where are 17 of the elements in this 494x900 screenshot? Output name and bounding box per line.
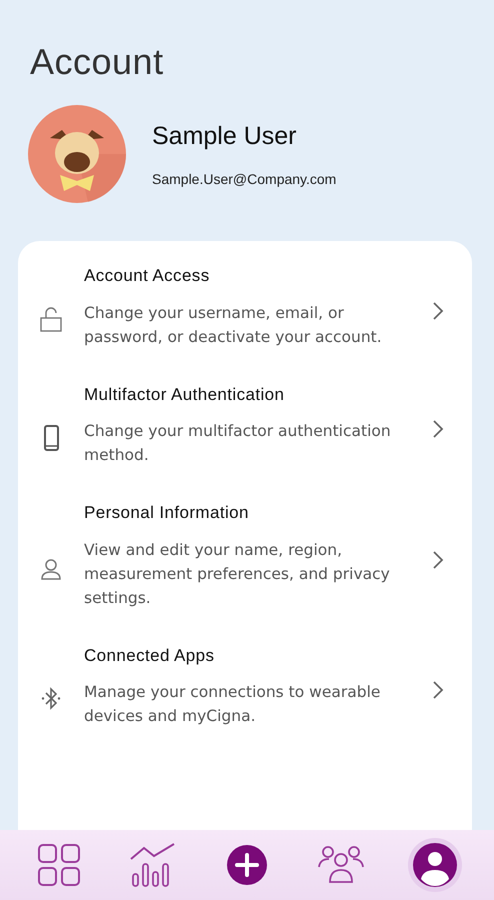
item-description: View and edit your name, region, measurement preferences, and privacy settings. (84, 540, 391, 609)
chevron-right-icon[interactable] (432, 300, 444, 321)
chevron-right-icon[interactable] (432, 550, 444, 570)
item-description: Manage your connections to wearable devices and myCigna. (84, 682, 382, 728)
item-description: Change your multifactor authentication method. (84, 421, 392, 466)
item-description: Change your username, email, or password, or deactivate your account. (84, 302, 383, 348)
avatar-icon (28, 105, 126, 204)
user-name: Sample User (152, 120, 298, 152)
item-title[interactable]: Multifactor Authentication (84, 382, 418, 408)
page-title: Account (29, 40, 165, 84)
item-title[interactable]: Connected Apps (84, 642, 418, 668)
item-title[interactable]: Personal Information (84, 500, 418, 526)
chevron-right-icon[interactable] (432, 680, 444, 700)
user-email: Sample.User@Company.com (152, 170, 336, 190)
lock-icon (38, 306, 64, 333)
chevron-right-icon[interactable] (432, 419, 444, 440)
item-title[interactable]: Account Access (84, 263, 418, 289)
